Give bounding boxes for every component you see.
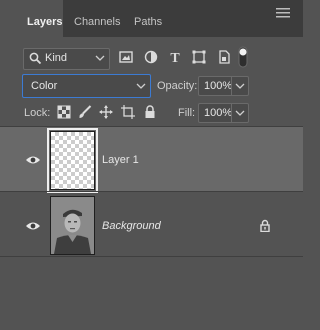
tab-channels[interactable]: Channels [74, 0, 120, 37]
lock-all-icon[interactable] [143, 105, 157, 119]
tab-layers[interactable]: Layers [0, 0, 63, 37]
layer-row-background[interactable]: Background [0, 192, 303, 256]
fill-label: Fill: [178, 107, 196, 119]
opacity-field[interactable]: 100% [198, 76, 249, 96]
lock-position-icon[interactable] [99, 105, 113, 119]
eye-icon[interactable] [25, 154, 41, 166]
opacity-value: 100% [204, 80, 233, 92]
opacity-label: Opacity: [157, 80, 198, 92]
filter-kind-dropdown[interactable]: Kind [23, 48, 110, 70]
lock-artboard-icon[interactable] [121, 105, 135, 119]
smart-object-filter-icon[interactable] [216, 49, 232, 65]
opacity-dropdown-button[interactable] [231, 77, 248, 95]
tab-paths[interactable]: Paths [134, 0, 162, 37]
layer-row-layer-1[interactable]: Layer 1 [0, 127, 303, 193]
fill-dropdown-button[interactable] [231, 104, 248, 122]
layer-thumbnail[interactable] [50, 196, 95, 255]
lock-icon [259, 219, 271, 235]
type-layer-filter-icon[interactable]: T [167, 49, 183, 66]
chevron-down-icon [95, 51, 105, 68]
filter-toggle-icon[interactable] [238, 46, 248, 68]
panel-menu-icon[interactable] [276, 8, 290, 21]
eye-icon[interactable] [25, 220, 41, 232]
fill-field[interactable]: 100% [198, 103, 249, 123]
lock-image-pixels-icon[interactable] [78, 105, 92, 119]
layer-name[interactable]: Layer 1 [102, 154, 139, 166]
soldier-portrait-image [51, 197, 94, 254]
blend-mode-value: Color [31, 80, 58, 92]
lock-transparent-pixels-icon[interactable] [57, 105, 71, 119]
filter-kind-label: Kind [45, 52, 68, 64]
divider [0, 256, 303, 257]
adjustment-layer-filter-icon[interactable] [143, 49, 159, 65]
shape-layer-filter-icon[interactable] [191, 49, 207, 65]
lock-label: Lock: [24, 107, 51, 119]
tab-bar: Layers Channels Paths [0, 0, 303, 37]
search-icon [29, 52, 42, 68]
svg-text:T: T [170, 51, 180, 65]
blend-mode-dropdown[interactable]: Color [22, 74, 151, 98]
fill-value: 100% [204, 107, 233, 119]
chevron-down-icon [136, 79, 146, 96]
pixel-layer-filter-icon[interactable] [118, 49, 134, 65]
layer-thumbnail[interactable] [47, 128, 98, 193]
layers-panel: Layers Channels Paths Kind T Color Opaci… [0, 0, 303, 330]
layer-name[interactable]: Background [102, 220, 161, 232]
